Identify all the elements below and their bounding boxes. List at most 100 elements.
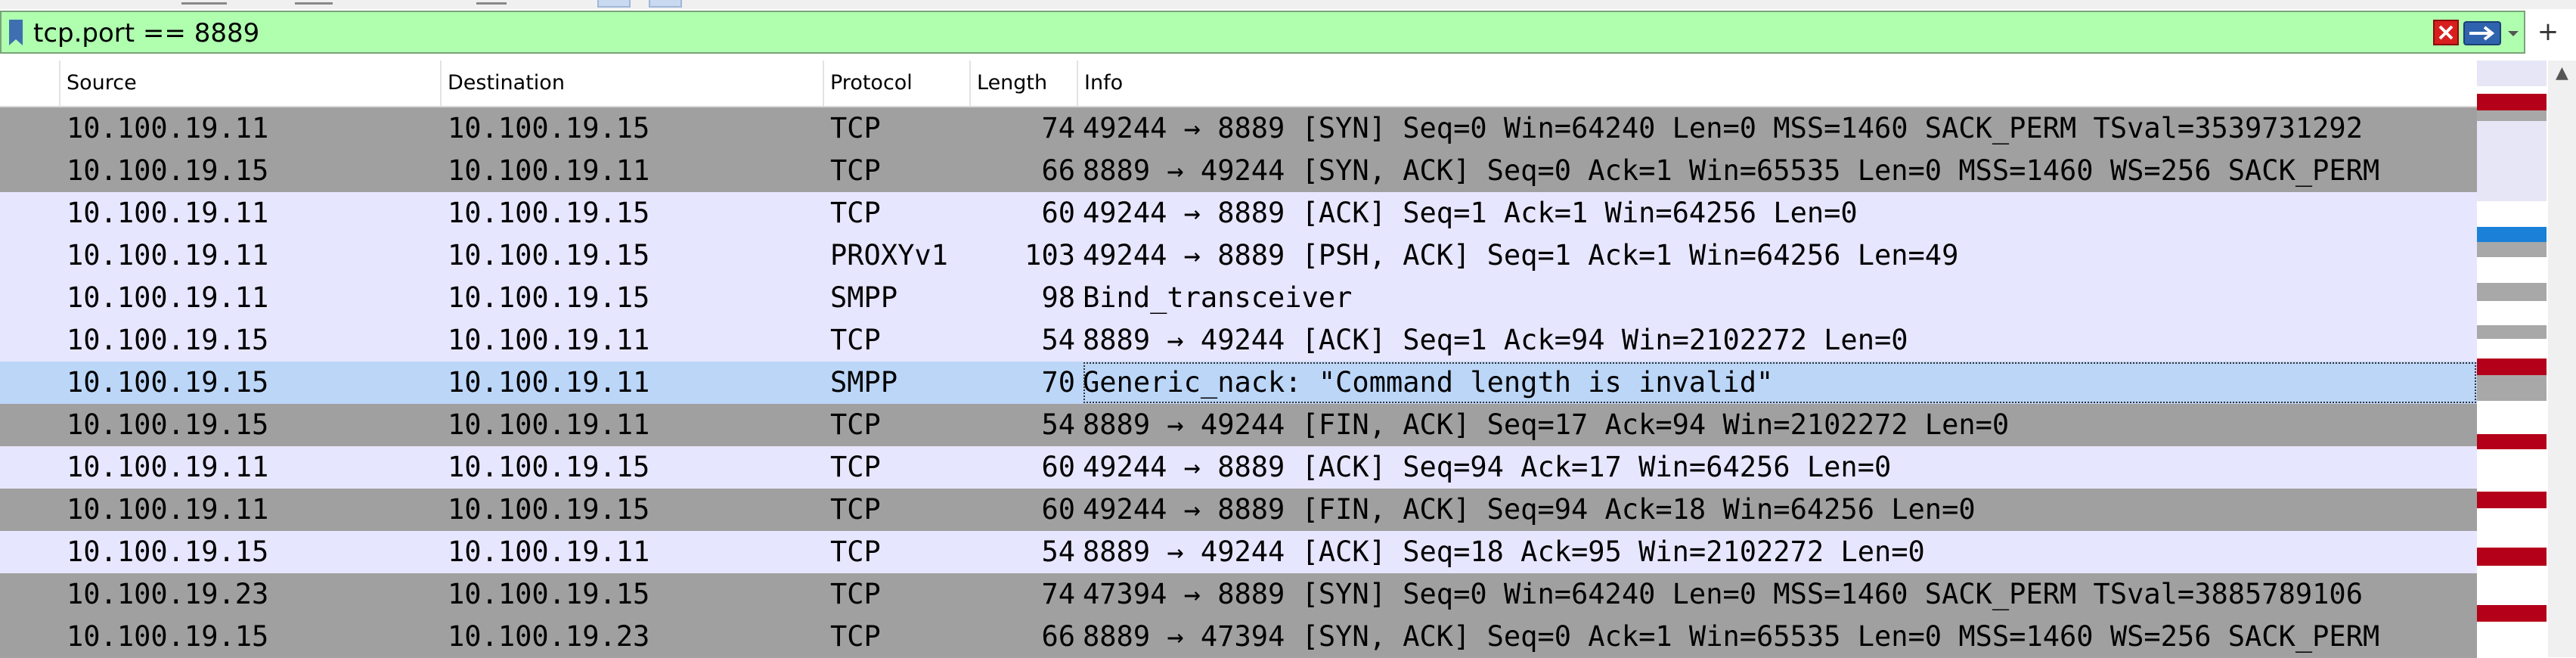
column-header-source[interactable]: Source	[60, 61, 442, 106]
apply-filter-icon[interactable]	[2463, 21, 2501, 45]
packet-destination: 10.100.19.23	[448, 620, 650, 653]
toolbar-icon[interactable]	[476, 2, 507, 5]
toolbar-icon[interactable]	[181, 2, 227, 5]
packet-row[interactable]: 10.100.19.15 10.100.19.11 TCP 66 8889 → 4924…	[0, 150, 2477, 192]
packet-destination: 10.100.19.15	[448, 239, 650, 272]
packet-list[interactable]: Source Destination Protocol Length Info …	[0, 61, 2477, 658]
packet-info: 8889 → 49244 [ACK] Seq=1 Ack=94 Win=2102…	[1083, 324, 1908, 356]
display-filter-input[interactable]: tcp.port == 8889	[33, 17, 259, 50]
minimap-segment	[2477, 605, 2547, 622]
packet-source: 10.100.19.11	[67, 451, 269, 483]
packet-source: 10.100.19.15	[67, 154, 269, 187]
packet-protocol: SMPP	[830, 281, 898, 314]
packet-row[interactable]: 10.100.19.11 10.100.19.15 SMPP 98 Bind_trans…	[0, 277, 2477, 319]
packet-row[interactable]: 10.100.19.15 10.100.19.11 SMPP 70 Generic_na…	[0, 362, 2477, 404]
display-filter-bar[interactable]: tcp.port == 8889	[0, 11, 2525, 54]
packet-destination: 10.100.19.15	[448, 281, 650, 314]
packet-source: 10.100.19.11	[67, 112, 269, 144]
packet-protocol: TCP	[830, 620, 881, 653]
packet-row[interactable]: 10.100.19.15 10.100.19.11 TCP 54 8889 → 4924…	[0, 531, 2477, 573]
packet-source: 10.100.19.11	[67, 197, 269, 229]
packet-source: 10.100.19.15	[67, 535, 269, 568]
packet-protocol: TCP	[830, 197, 881, 229]
minimap-segment	[2477, 375, 2547, 401]
packet-destination: 10.100.19.15	[448, 197, 650, 229]
packet-row[interactable]: 10.100.19.11 10.100.19.15 TCP 60 49244 → 888…	[0, 489, 2477, 531]
packet-info: 8889 → 47394 [SYN, ACK] Seq=0 Ack=1 Win=…	[1083, 620, 2380, 653]
packet-row[interactable]: 10.100.19.11 10.100.19.15 PROXYv1 103 49244 …	[0, 234, 2477, 277]
packet-row[interactable]: 10.100.19.11 10.100.19.15 TCP 60 49244 → 888…	[0, 446, 2477, 489]
packet-info: Generic_nack: "Command length is invalid…	[1083, 362, 2477, 404]
column-header-length[interactable]: Length	[971, 61, 1078, 106]
packet-protocol: TCP	[830, 408, 881, 441]
packet-destination: 10.100.19.11	[448, 154, 650, 187]
minimap-segment	[2477, 492, 2547, 508]
packet-row[interactable]: 10.100.19.15 10.100.19.11 TCP 54 8889 → 4924…	[0, 319, 2477, 362]
minimap-segment	[2477, 358, 2547, 375]
packet-source: 10.100.19.15	[67, 408, 269, 441]
minimap-segment	[2477, 242, 2547, 257]
packet-protocol: TCP	[830, 578, 881, 610]
packet-protocol: TCP	[830, 112, 881, 144]
chevron-down-icon[interactable]	[2506, 26, 2521, 41]
add-filter-button[interactable]: +	[2533, 11, 2563, 54]
packet-source: 10.100.19.23	[67, 578, 269, 610]
packet-length: 74	[1041, 112, 1075, 144]
scroll-up-icon[interactable]: ▲	[2548, 61, 2576, 86]
minimap-segment	[2477, 61, 2547, 86]
packet-info: 49244 → 8889 [SYN] Seq=0 Win=64240 Len=0…	[1083, 112, 2363, 144]
toolbar-toggle-button[interactable]	[597, 0, 631, 8]
vertical-scrollbar[interactable]: ▲	[2548, 61, 2576, 657]
packet-info: 49244 → 8889 [ACK] Seq=94 Ack=17 Win=642…	[1083, 451, 1892, 483]
packet-row[interactable]: 10.100.19.23 10.100.19.15 TCP 74 47394 → 888…	[0, 573, 2477, 616]
packet-protocol: TCP	[830, 535, 881, 568]
packet-length: 54	[1041, 408, 1075, 441]
column-header-protocol[interactable]: Protocol	[824, 61, 971, 106]
packet-info: 49244 → 8889 [FIN, ACK] Seq=94 Ack=18 Wi…	[1083, 493, 1976, 526]
minimap-segment	[2477, 94, 2547, 110]
packet-destination: 10.100.19.15	[448, 451, 650, 483]
packet-destination: 10.100.19.15	[448, 112, 650, 144]
clear-filter-icon[interactable]	[2433, 20, 2459, 45]
packet-row[interactable]: 10.100.19.15 10.100.19.23 TCP 66 8889 → 4739…	[0, 616, 2477, 658]
packet-length: 98	[1041, 281, 1075, 314]
minimap-segment	[2477, 227, 2547, 242]
packet-source: 10.100.19.11	[67, 281, 269, 314]
packet-length: 103	[1025, 239, 1075, 272]
column-header-destination[interactable]: Destination	[442, 61, 824, 106]
packet-source: 10.100.19.15	[67, 620, 269, 653]
packet-length: 66	[1041, 620, 1075, 653]
packet-length: 74	[1041, 578, 1075, 610]
packet-info: 8889 → 49244 [ACK] Seq=18 Ack=95 Win=210…	[1083, 535, 1925, 568]
packet-length: 60	[1041, 493, 1075, 526]
column-header-info[interactable]: Info	[1078, 61, 2477, 106]
packet-info: 49244 → 8889 [ACK] Seq=1 Ack=1 Win=64256…	[1083, 197, 1858, 229]
packet-info: 8889 → 49244 [SYN, ACK] Seq=0 Ack=1 Win=…	[1083, 154, 2380, 187]
packet-source: 10.100.19.11	[67, 239, 269, 272]
packet-minimap[interactable]	[2477, 61, 2547, 657]
packet-length: 54	[1041, 324, 1075, 356]
minimap-segment	[2477, 110, 2547, 121]
toolbar-toggle-button[interactable]	[649, 0, 682, 8]
packet-row[interactable]: 10.100.19.11 10.100.19.15 TCP 74 49244 → 888…	[0, 107, 2477, 150]
packet-destination: 10.100.19.11	[448, 324, 650, 356]
packet-protocol: TCP	[830, 493, 881, 526]
minimap-segment	[2477, 434, 2547, 449]
packet-destination: 10.100.19.11	[448, 366, 650, 399]
minimap-segment	[2477, 325, 2547, 339]
packet-length: 70	[1041, 366, 1075, 399]
packet-row[interactable]: 10.100.19.15 10.100.19.11 TCP 54 8889 → 4924…	[0, 404, 2477, 446]
packet-protocol: TCP	[830, 154, 881, 187]
packet-destination: 10.100.19.15	[448, 578, 650, 610]
minimap-segment	[2477, 548, 2547, 566]
packet-destination: 10.100.19.11	[448, 408, 650, 441]
packet-list-header: Source Destination Protocol Length Info	[0, 61, 2477, 107]
packet-row[interactable]: 10.100.19.11 10.100.19.15 TCP 60 49244 → 888…	[0, 192, 2477, 234]
toolbar-icon[interactable]	[295, 2, 333, 5]
packet-source: 10.100.19.11	[67, 493, 269, 526]
packet-protocol: SMPP	[830, 366, 898, 399]
bookmark-icon[interactable]	[8, 18, 24, 47]
packet-length: 66	[1041, 154, 1075, 187]
column-header-no[interactable]	[0, 61, 60, 106]
packet-length: 54	[1041, 535, 1075, 568]
